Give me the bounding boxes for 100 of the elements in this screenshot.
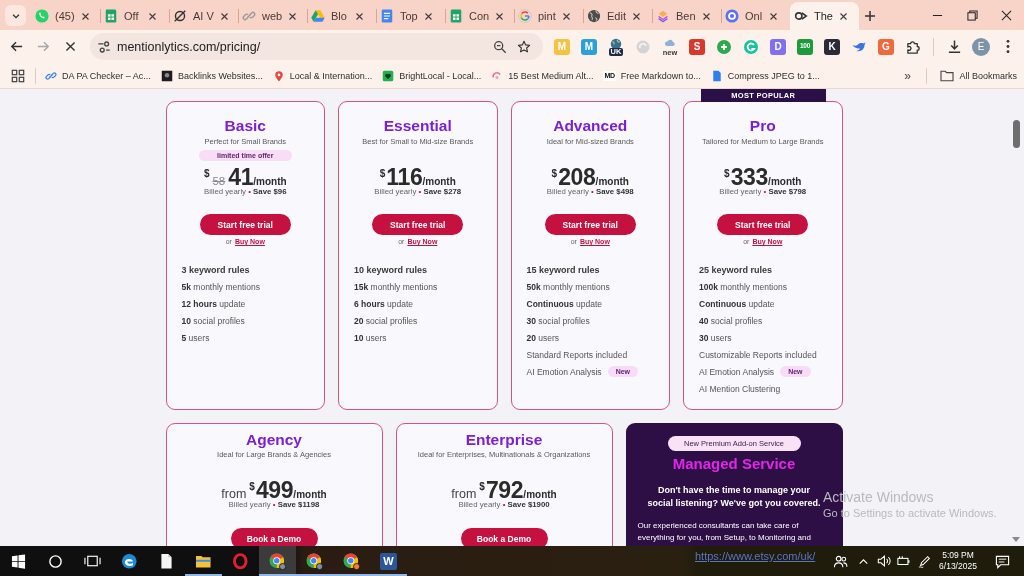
plus-icon[interactable]	[864, 10, 876, 22]
close-icon[interactable]	[148, 11, 157, 21]
feature-text: AI Emotion Analysis	[526, 366, 602, 377]
feature-text: 100k monthly mentions	[699, 281, 787, 292]
notification-icon[interactable]	[994, 553, 1010, 569]
restore-icon[interactable]	[966, 9, 978, 21]
bookmark-item[interactable]: BrightLocal - Local...	[377, 64, 487, 87]
more-menu-icon[interactable]	[1006, 39, 1010, 54]
tune-icon[interactable]	[97, 39, 111, 54]
service-title: Managed Service	[672, 455, 796, 473]
feature-text: 15 keyword rules	[526, 264, 600, 275]
document-icon	[380, 9, 394, 23]
bookmark-item[interactable]: Backlinks Websites...	[155, 64, 268, 87]
feature-text: 5 users	[181, 332, 210, 343]
clock-time[interactable]: 5:09 PM	[942, 550, 974, 561]
close-icon[interactable]	[495, 11, 505, 21]
extension-button[interactable]: S	[689, 38, 705, 55]
scrollbar-thumb[interactable]	[1012, 120, 1020, 148]
more-bookmarks-button[interactable]: »	[897, 68, 918, 83]
browser-tab[interactable]: Blo	[307, 2, 376, 30]
tab-search-button[interactable]	[5, 5, 26, 26]
feature-text: 30 users	[699, 332, 732, 343]
taskbar-app-button[interactable]	[259, 546, 296, 576]
spreadsheet-icon	[449, 9, 463, 23]
close-icon[interactable]	[219, 11, 229, 21]
clock-date[interactable]: 6/13/2025	[939, 561, 977, 572]
feature-text: 5k monthly mentions	[181, 281, 260, 292]
extension-button[interactable]: K	[824, 38, 840, 55]
pen-icon[interactable]	[918, 554, 932, 568]
close-icon[interactable]	[288, 11, 298, 21]
close-icon[interactable]	[769, 11, 778, 21]
feature-text: Continuous update	[526, 298, 603, 309]
all-bookmarks-button[interactable]: All Bookmarks	[935, 64, 1022, 87]
star-icon[interactable]	[517, 39, 531, 54]
feature-text: 12 hours update	[181, 298, 246, 309]
feature-text: 40 social profiles	[699, 315, 763, 326]
feature-text: 10 social profiles	[181, 315, 245, 326]
browser-tab[interactable]: Edit	[583, 2, 652, 30]
download-icon[interactable]	[946, 39, 962, 54]
close-icon[interactable]	[424, 11, 433, 21]
heart-tile-icon	[382, 69, 395, 82]
browser-tab[interactable]: Ben	[652, 2, 721, 30]
triangle-icon	[311, 9, 325, 23]
speaker-icon[interactable]	[877, 554, 891, 568]
browser-tab[interactable]: pint	[514, 2, 583, 30]
g-logo-icon	[518, 9, 532, 23]
back-arrow-icon[interactable]	[9, 39, 24, 54]
service-pitch: Don't have the time to manage your social listening? We've got you covered.	[646, 484, 822, 510]
search-icon[interactable]	[48, 553, 63, 569]
url-link[interactable]: https://www.etsy.com/uk/	[695, 550, 816, 562]
close-icon[interactable]	[631, 11, 641, 21]
plan-name: Agency	[246, 431, 302, 449]
browser-tab[interactable]: Off	[100, 2, 169, 30]
start-trial-button[interactable]: Start free trial	[199, 214, 291, 235]
bookmark-item[interactable]: Local & Internation...	[267, 64, 378, 87]
chrome-icon	[306, 552, 323, 570]
zoom-icon[interactable]	[493, 39, 507, 54]
browser-tab[interactable]: Onl	[721, 2, 790, 30]
feature-text: Customizable Reports included	[699, 349, 817, 360]
browser-tab[interactable]: The	[790, 2, 859, 30]
browser-tab[interactable]: web	[238, 2, 307, 30]
people-icon[interactable]	[832, 553, 848, 569]
plan-name: Pro	[749, 117, 776, 135]
price-label: from $^{$}$499/month	[221, 476, 327, 499]
start-trial-button[interactable]: Start free trial	[717, 214, 809, 235]
book-demo-button[interactable]: Book a Demo	[460, 528, 548, 546]
price-label: $^{$}$208/month	[551, 163, 629, 186]
apps-grid-icon[interactable]	[11, 68, 25, 83]
bookmark-item[interactable]: Compress JPEG to 1...	[705, 64, 825, 87]
browser-tab[interactable]: AI V	[169, 2, 238, 30]
price-label: $^{$}$116/month	[379, 163, 456, 186]
extension-button[interactable]: D	[770, 38, 786, 55]
stop-icon[interactable]	[64, 40, 77, 53]
browser-tab[interactable]: Con	[445, 2, 514, 30]
close-icon[interactable]	[701, 11, 711, 21]
scroll-down-arrow-icon[interactable]	[1012, 537, 1020, 542]
close-icon[interactable]	[562, 11, 571, 21]
address-field[interactable]: mentionlytics.com/pricing/	[90, 33, 543, 60]
feature-text: Standard Reports included	[526, 349, 628, 360]
plus-circle-icon[interactable]	[716, 38, 732, 55]
browser-tab[interactable]: (45)	[31, 2, 100, 30]
bookmark-item[interactable]: DA PA Checker – Ac...	[40, 64, 156, 87]
start-trial-button[interactable]: Start free trial	[372, 214, 464, 235]
plan-name: Basic	[224, 117, 266, 135]
windows-logo-icon[interactable]	[11, 553, 26, 569]
blank-page-icon	[158, 552, 175, 570]
taskbar-app-button[interactable]: W	[370, 546, 407, 576]
start-trial-button[interactable]: Start free trial	[544, 214, 636, 235]
close-icon[interactable]	[838, 11, 848, 21]
task-view-icon[interactable]	[84, 554, 101, 568]
bookmark-item[interactable]: 15 Best Medium Alt...	[486, 64, 599, 87]
close-icon[interactable]	[355, 11, 364, 21]
layers-icon	[656, 9, 670, 23]
link-icon	[45, 69, 57, 82]
close-icon[interactable]	[80, 11, 90, 21]
book-demo-button[interactable]: Book a Demo	[230, 528, 318, 546]
puzzle-icon[interactable]	[905, 39, 921, 54]
battery-icon[interactable]	[897, 554, 911, 568]
browser-tab[interactable]: Top	[376, 2, 445, 30]
close-icon[interactable]	[1001, 9, 1013, 21]
